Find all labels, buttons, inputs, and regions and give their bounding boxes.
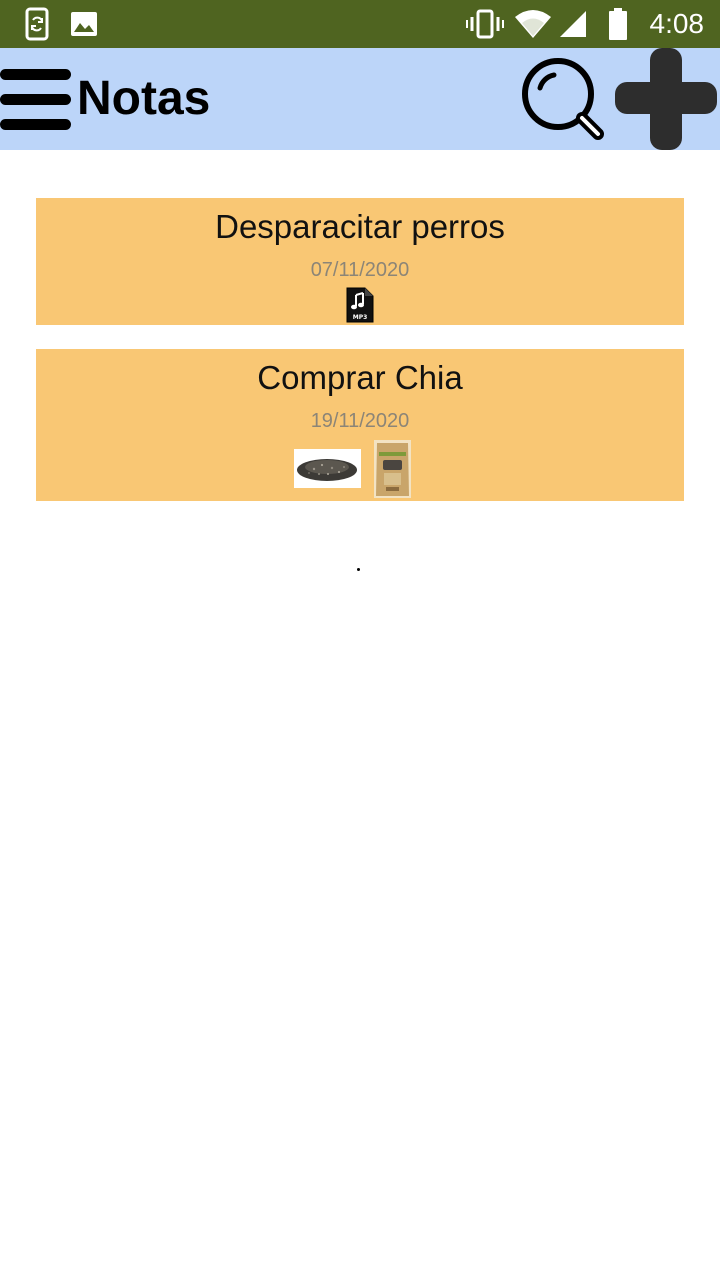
note-title: Comprar Chia: [257, 359, 463, 396]
mp3-file-icon[interactable]: MP3: [345, 286, 375, 324]
vibrate-icon: [466, 0, 504, 48]
cellular-signal-icon: [558, 0, 588, 48]
divider-dot: [357, 568, 360, 571]
note-date: 07/11/2020: [310, 259, 410, 281]
status-time: 4:08: [649, 8, 705, 39]
status-bar: 4:08: [0, 0, 720, 48]
add-note-button[interactable]: [613, 48, 719, 150]
page-title: Notas: [77, 72, 211, 125]
chia-bag-image[interactable]: [374, 440, 411, 498]
menu-button[interactable]: [0, 66, 74, 132]
note-card[interactable]: Desparacitar perros 07/11/2020 MP3: [36, 198, 684, 325]
chia-seeds-image[interactable]: [294, 449, 361, 488]
image-icon: [70, 0, 98, 48]
battery-icon: [608, 0, 628, 48]
svg-text:MP3: MP3: [353, 314, 368, 321]
search-icon: [522, 58, 604, 140]
phone-sync-icon: [24, 0, 52, 48]
app-bar: Notas: [0, 48, 720, 150]
search-button[interactable]: [520, 54, 608, 142]
plus-icon: [615, 48, 717, 150]
note-date: 19/11/2020: [310, 410, 410, 432]
note-card[interactable]: Comprar Chia 19/11/2020: [36, 349, 684, 501]
wifi-icon: [514, 0, 552, 48]
note-title: Desparacitar perros: [215, 208, 505, 245]
hamburger-menu-icon: [0, 69, 71, 130]
